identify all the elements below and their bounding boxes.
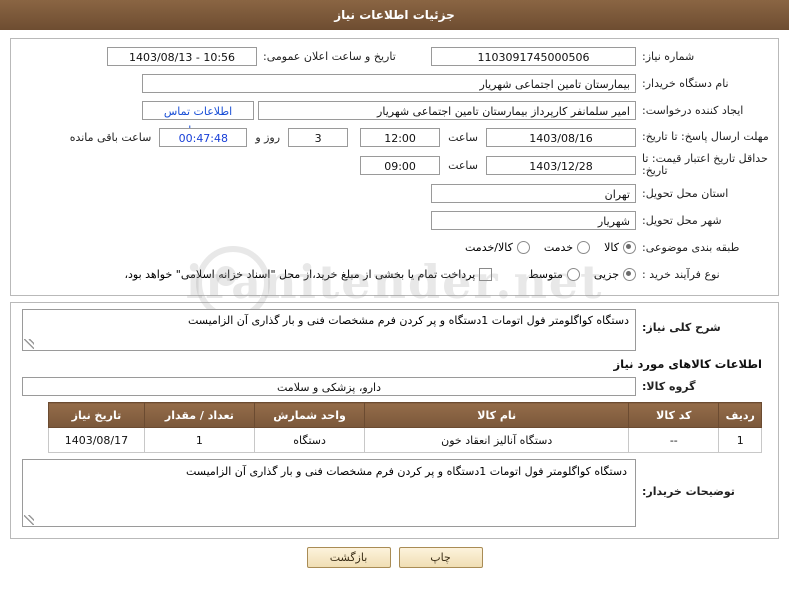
requester-value: امیر سلمانفر کارپرداز بیمارستان تامین اج… <box>258 101 636 120</box>
table-header-row: ردیف کد کالا نام کالا واحد شمارش تعداد /… <box>49 403 762 428</box>
row-delivery-province: استان محل تحویل: تهران <box>19 182 770 204</box>
col-qty: تعداد / مقدار <box>144 403 254 428</box>
process-type-label: نوع فرآیند خرید : <box>636 268 770 281</box>
price-validity-date: 1403/12/28 <box>486 156 636 175</box>
col-name: نام کالا <box>365 403 629 428</box>
buyer-org-label: نام دستگاه خریدار: <box>636 77 770 90</box>
treasury-docs-checkbox-icon[interactable] <box>479 268 492 281</box>
cell-code: -- <box>629 428 719 453</box>
subject-category-option-goods-service[interactable]: کالا/خدمت <box>465 241 530 254</box>
response-deadline-time-label: ساعت <box>440 131 486 144</box>
summary-textarea[interactable]: دستگاه کواگلومتر فول اتومات 1دستگاه و پر… <box>22 309 636 351</box>
row-need-number: شماره نیاز: 1103091745000506 تاریخ و ساع… <box>19 45 770 67</box>
need-number-value: 1103091745000506 <box>431 47 636 66</box>
col-code: کد کالا <box>629 403 719 428</box>
col-date: تاریخ نیاز <box>49 403 145 428</box>
row-requester: ایجاد کننده درخواست: امیر سلمانفر کارپرد… <box>19 99 770 121</box>
announce-datetime-value: 1403/08/13 - 10:56 <box>107 47 257 66</box>
subject-category-goods-label: کالا <box>604 241 619 254</box>
col-unit: واحد شمارش <box>254 403 364 428</box>
row-buyer-org: نام دستگاه خریدار: بیمارستان تامین اجتما… <box>19 72 770 94</box>
response-deadline-label: مهلت ارسال پاسخ: تا تاریخ: <box>636 131 770 143</box>
row-subject-category: طبقه بندی موضوعی: کالا خدمت کالا/خدمت <box>19 236 770 258</box>
process-type-medium-label: متوسط <box>528 268 563 281</box>
delivery-city-value: شهریار <box>431 211 636 230</box>
page-root: جزئیات اطلاعات نیاز iranitender.net شمار… <box>0 0 789 598</box>
requester-label: ایجاد کننده درخواست: <box>636 104 770 117</box>
row-summary: شرح کلی نیاز: دستگاه کواگلومتر فول اتوما… <box>19 309 770 351</box>
table-row: 1 -- دستگاه آنالیز انعقاد خون دستگاه 1 1… <box>49 428 762 453</box>
row-buyer-notes: توضیحات خریدار: دستگاه کواگلومتر فول اتو… <box>19 459 770 527</box>
subject-category-goods-service-label: کالا/خدمت <box>465 241 513 254</box>
process-type-option-minor[interactable]: جزیی <box>594 268 636 281</box>
treasury-docs-label: پرداخت تمام یا بخشی از مبلغ خرید،از محل … <box>124 268 475 281</box>
row-process-type: نوع فرآیند خرید : جزیی متوسط پرداخت تمام… <box>19 263 770 285</box>
row-response-deadline: مهلت ارسال پاسخ: تا تاریخ: 1403/08/16 سا… <box>19 126 770 148</box>
radio-medium-icon[interactable] <box>567 268 580 281</box>
price-validity-time-label: ساعت <box>440 159 486 172</box>
remaining-hours-label: ساعت باقی مانده <box>62 131 160 144</box>
cell-unit: دستگاه <box>254 428 364 453</box>
notes-resize-handle-icon[interactable] <box>24 515 34 525</box>
row-delivery-city: شهر محل تحویل: شهریار <box>19 209 770 231</box>
buyer-notes-textarea[interactable]: دستگاه کواگلومتر فول اتومات 1دستگاه و پر… <box>22 459 636 527</box>
footer-buttons: چاپ بازگشت <box>0 547 789 568</box>
radio-goods-service-icon[interactable] <box>517 241 530 254</box>
treasury-docs-checkbox-group[interactable]: پرداخت تمام یا بخشی از مبلغ خرید،از محل … <box>124 268 492 281</box>
subject-category-option-service[interactable]: خدمت <box>544 241 590 254</box>
goods-group-label: گروه کالا: <box>636 380 770 393</box>
radio-goods-icon[interactable] <box>623 241 636 254</box>
price-validity-label: حداقل تاریخ اعتبار قیمت: تا تاریخ: <box>636 153 770 177</box>
resize-handle-icon[interactable] <box>24 339 34 349</box>
cell-qty: 1 <box>144 428 254 453</box>
buyer-notes-label: توضیحات خریدار: <box>636 459 770 498</box>
buyer-org-value: بیمارستان تامین اجتماعی شهریار <box>142 74 636 93</box>
delivery-city-label: شهر محل تحویل: <box>636 214 770 227</box>
process-type-option-medium[interactable]: متوسط <box>528 268 580 281</box>
row-goods-group: گروه کالا: دارو، پزشکی و سلامت <box>19 375 770 397</box>
summary-label: شرح کلی نیاز: <box>636 309 770 334</box>
subject-category-service-label: خدمت <box>544 241 573 254</box>
announce-datetime-label: تاریخ و ساعت اعلان عمومی: <box>257 50 431 63</box>
page-title: جزئیات اطلاعات نیاز <box>334 8 455 22</box>
radio-minor-icon[interactable] <box>623 268 636 281</box>
goods-group-value: دارو، پزشکی و سلامت <box>22 377 636 396</box>
price-validity-time: 09:00 <box>360 156 440 175</box>
cell-index: 1 <box>719 428 762 453</box>
remaining-days: 3 <box>288 128 348 147</box>
need-number-label: شماره نیاز: <box>636 50 770 63</box>
back-button[interactable]: بازگشت <box>307 547 391 568</box>
response-deadline-time: 12:00 <box>360 128 440 147</box>
response-deadline-date: 1403/08/16 <box>486 128 636 147</box>
print-button[interactable]: چاپ <box>399 547 483 568</box>
process-type-minor-label: جزیی <box>594 268 619 281</box>
subject-category-label: طبقه بندی موضوعی: <box>636 241 770 254</box>
col-index: ردیف <box>719 403 762 428</box>
delivery-province-value: تهران <box>431 184 636 203</box>
page-title-bar: جزئیات اطلاعات نیاز <box>0 0 789 30</box>
subject-category-option-goods[interactable]: کالا <box>604 241 636 254</box>
row-price-validity: حداقل تاریخ اعتبار قیمت: تا تاریخ: 1403/… <box>19 153 770 177</box>
buyer-notes-value: دستگاه کواگلومتر فول اتومات 1دستگاه و پر… <box>186 465 627 478</box>
goods-section-title: اطلاعات کالاهای مورد نیاز <box>27 357 762 371</box>
goods-table: ردیف کد کالا نام کالا واحد شمارش تعداد /… <box>48 402 762 453</box>
summary-value: دستگاه کواگلومتر فول اتومات 1دستگاه و پر… <box>188 314 629 327</box>
cell-name: دستگاه آنالیز انعقاد خون <box>365 428 629 453</box>
summary-panel: شرح کلی نیاز: دستگاه کواگلومتر فول اتوما… <box>10 302 779 539</box>
delivery-province-label: استان محل تحویل: <box>636 187 770 200</box>
buyer-contact-link[interactable]: اطلاعات تماس خریدار <box>142 101 254 120</box>
need-details-panel: شماره نیاز: 1103091745000506 تاریخ و ساع… <box>10 38 779 296</box>
remaining-days-label: روز و <box>247 131 288 144</box>
cell-date: 1403/08/17 <box>49 428 145 453</box>
radio-service-icon[interactable] <box>577 241 590 254</box>
remaining-countdown: 00:47:48 <box>159 128 247 147</box>
